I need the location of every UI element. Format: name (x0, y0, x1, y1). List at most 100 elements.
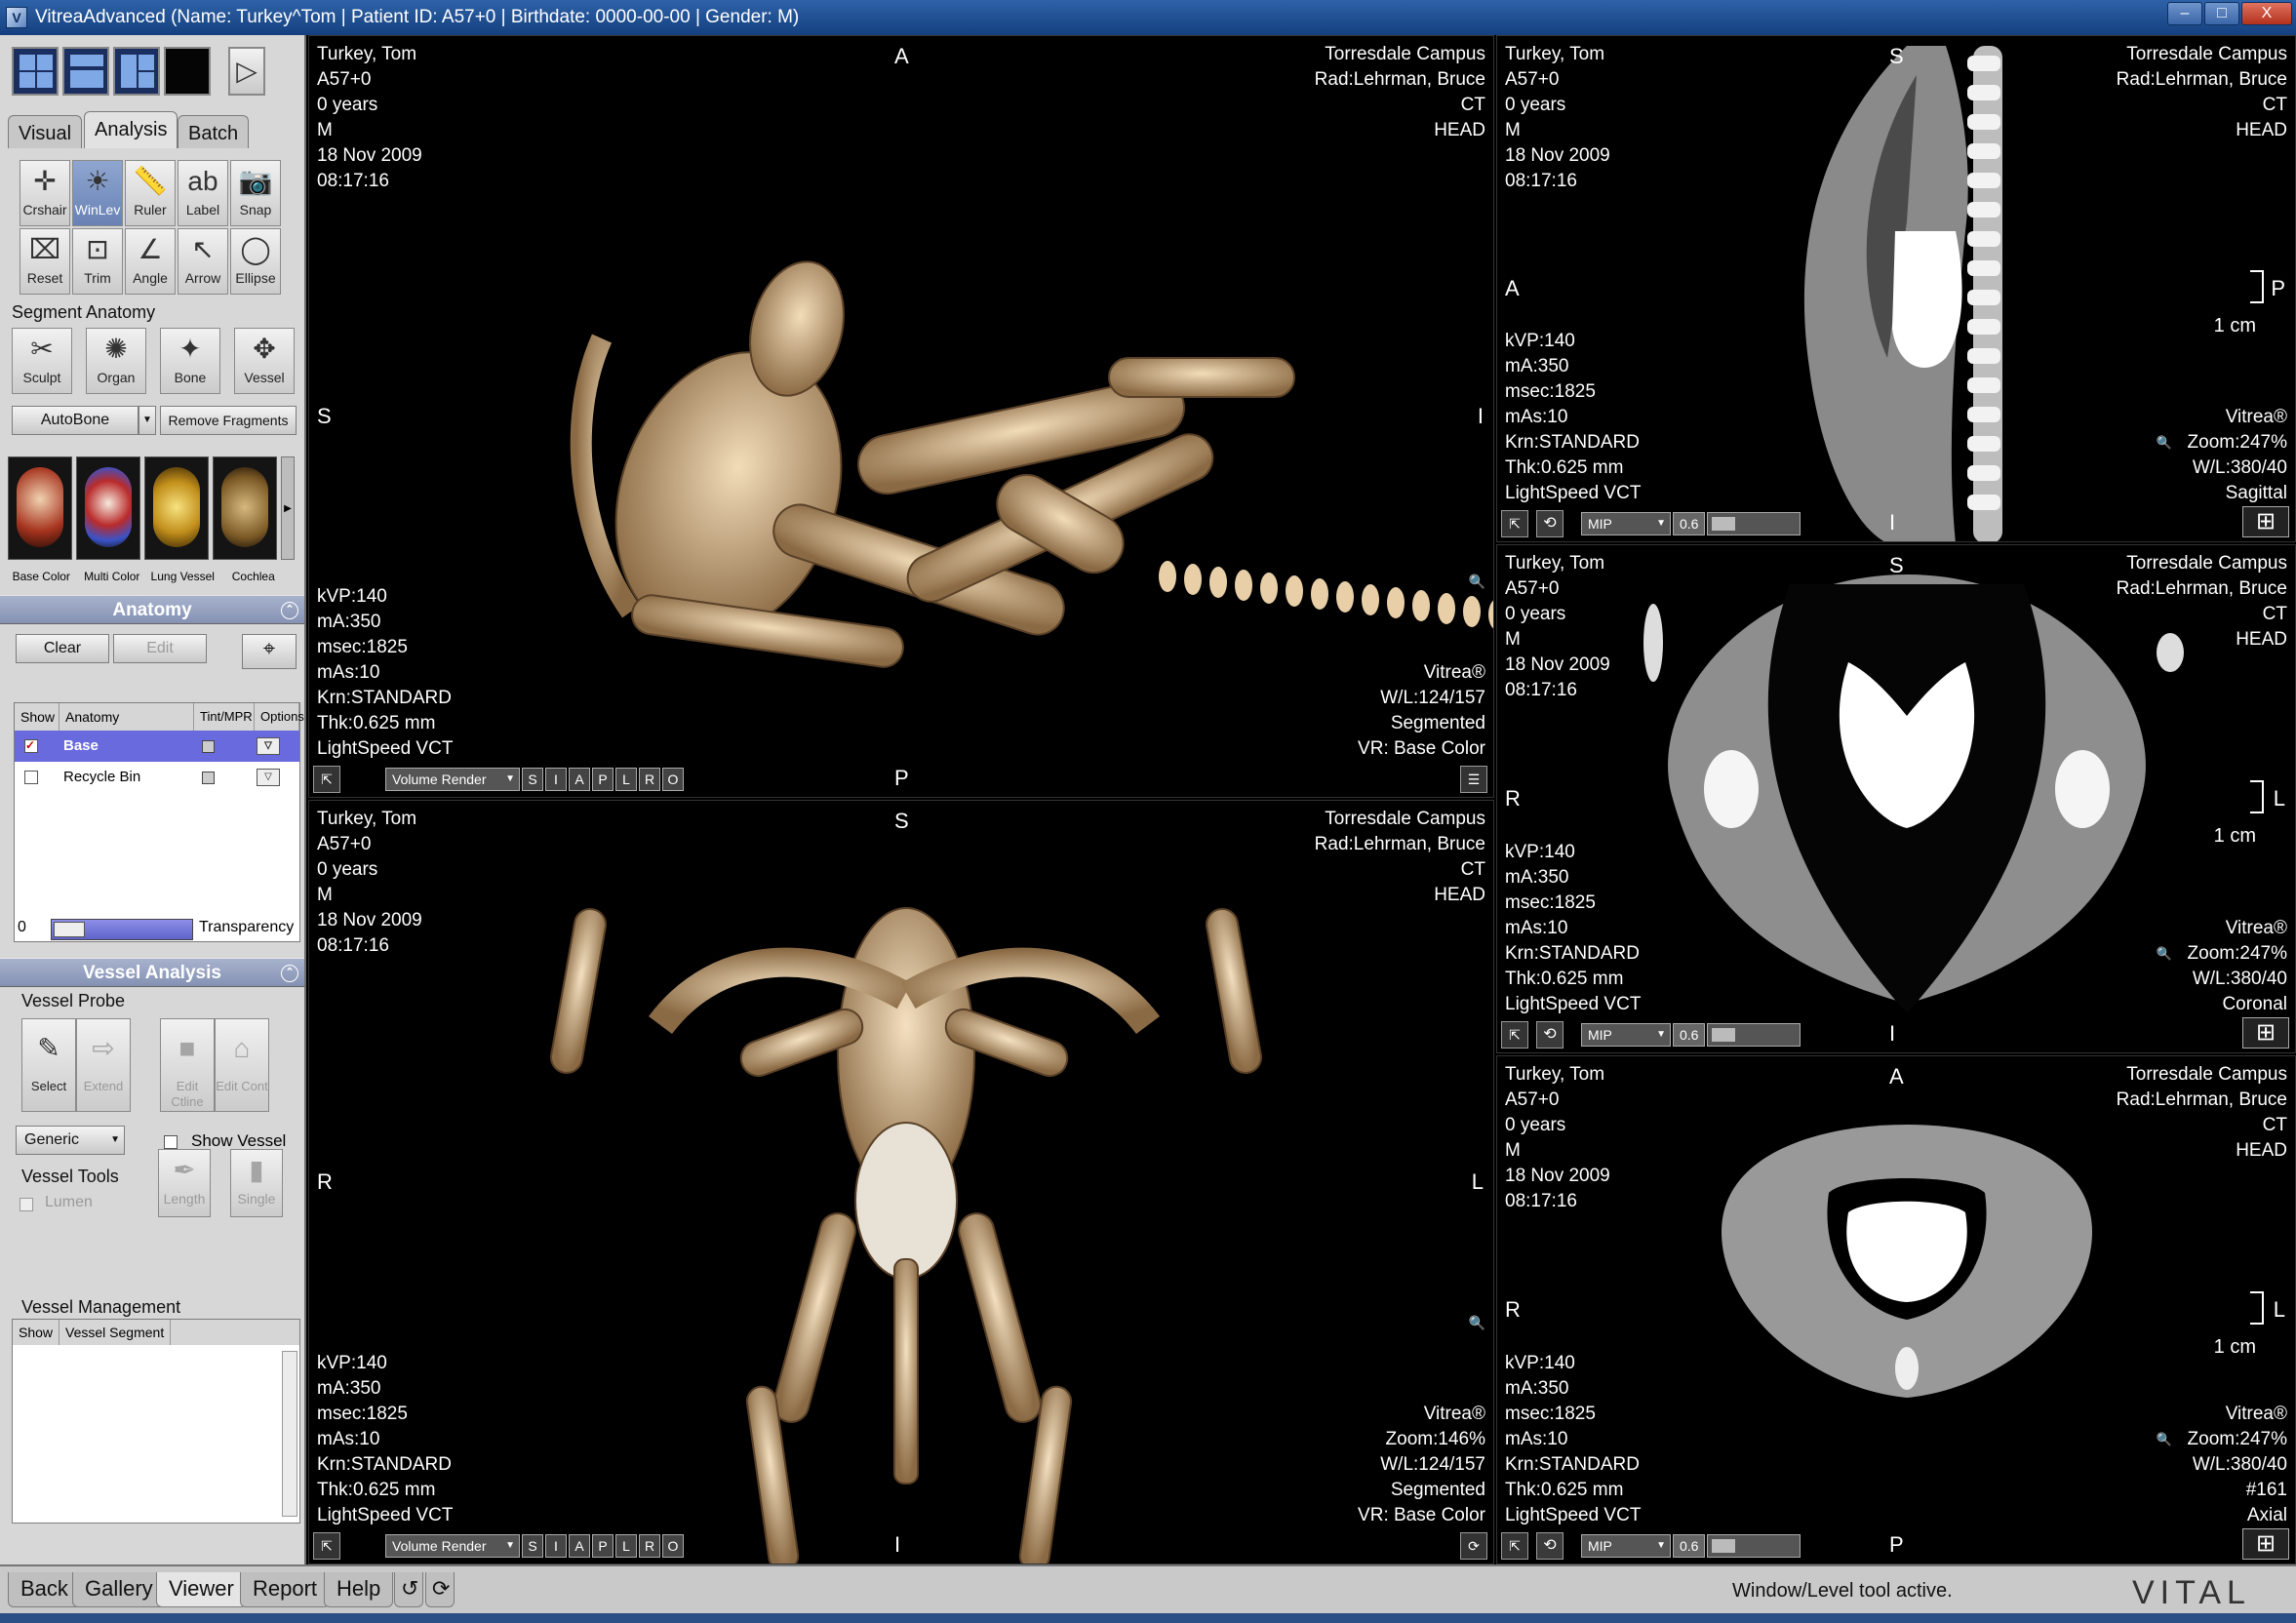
viewport-mpr-coronal[interactable]: Turkey, Tom A57+0 0 years M 18 Nov 2009 08:17… (1496, 544, 2296, 1053)
viewport-image[interactable] (309, 801, 1493, 1564)
collapse-icon[interactable]: ⌃ (281, 965, 298, 982)
edit-button[interactable]: Edit (113, 634, 207, 663)
view-p-button[interactable]: P (592, 1534, 614, 1558)
remove-fragments-button[interactable]: Remove Fragments (160, 406, 297, 435)
slab-thickness-value[interactable]: 0.6 (1673, 1534, 1706, 1558)
viewport-vr-lateral[interactable]: Turkey, Tom A57+0 0 years M 18 Nov 2009 08:17… (308, 35, 1494, 798)
crshair-tool-button[interactable]: ✛ Crshair (20, 160, 70, 226)
slab-thickness-value[interactable]: 0.6 (1673, 1023, 1706, 1047)
render-mode-dropdown[interactable]: Volume Render ▼ (385, 1534, 520, 1558)
slider-thumb[interactable] (1712, 517, 1736, 531)
slab-thickness-slider[interactable] (1707, 1534, 1801, 1558)
viewport-menu-icon[interactable]: ⇱ (1501, 510, 1528, 537)
viewport-menu-icon[interactable]: ⇱ (313, 1532, 340, 1560)
trim-tool-button[interactable]: ⊡ Trim (72, 228, 123, 295)
layout-mixed-button[interactable] (113, 47, 160, 96)
slider-thumb[interactable] (54, 922, 85, 937)
view-i-button[interactable]: I (545, 1534, 567, 1558)
view-r-button[interactable]: R (639, 768, 660, 791)
lumen-checkbox[interactable] (20, 1198, 33, 1211)
tab-visual[interactable]: Visual (8, 115, 83, 148)
undo-icon[interactable]: ↺ (394, 1572, 423, 1607)
autobone-dropdown[interactable]: ▼ (139, 406, 156, 435)
view-s-button[interactable]: S (522, 1534, 543, 1558)
edit-cont-button[interactable]: ⌂ Edit Cont (215, 1018, 269, 1112)
reset-tool-button[interactable]: ⌧ Reset (20, 228, 70, 295)
winlev-tool-button[interactable]: ☀ WinLev (72, 160, 123, 226)
viewport-vr-frontal[interactable]: Turkey, Tom A57+0 0 years M 18 Nov 2009 08:17… (308, 800, 1494, 1564)
probe-type-dropdown[interactable]: Generic ▼ (16, 1126, 125, 1155)
plus-menu-icon[interactable]: ⊞ (2242, 1017, 2289, 1049)
slab-thickness-slider[interactable] (1707, 1023, 1801, 1047)
view-a-button[interactable]: A (569, 768, 590, 791)
presets-scroll[interactable]: ▶ (281, 456, 295, 560)
slab-thickness-value[interactable]: 0.6 (1673, 512, 1706, 535)
layout-1x2-button[interactable] (62, 47, 109, 96)
slider-thumb[interactable] (1712, 1028, 1736, 1042)
preset-base-color[interactable] (8, 456, 72, 560)
tab-batch[interactable]: Batch (178, 115, 250, 148)
vessel-list-scrollbar[interactable] (282, 1351, 297, 1517)
slab-mode-dropdown[interactable]: MIP ▼ (1581, 1534, 1671, 1558)
zoom-magnifier-icon[interactable]: 🔍 (2157, 941, 2172, 967)
maximize-button[interactable]: □ (2204, 2, 2239, 25)
viewport-image[interactable] (309, 36, 1493, 797)
bone-tool-button[interactable]: ✦ Bone (160, 328, 220, 394)
select-button[interactable]: ✎ Select (21, 1018, 76, 1112)
options-dropdown[interactable]: ▽ (257, 769, 280, 786)
preset-cochlea[interactable] (213, 456, 277, 560)
collapse-icon[interactable]: ⌃ (281, 602, 298, 619)
slab-mode-dropdown[interactable]: MIP ▼ (1581, 1023, 1671, 1047)
view-s-button[interactable]: S (522, 768, 543, 791)
close-button[interactable]: X (2241, 2, 2292, 25)
angle-tool-button[interactable]: ∠ Angle (125, 228, 176, 295)
view-l-button[interactable]: L (615, 768, 637, 791)
layout-2x2-button[interactable] (12, 47, 59, 96)
viewport-menu-icon[interactable]: ⇱ (1501, 1532, 1528, 1560)
view-p-button[interactable]: P (592, 768, 614, 791)
slab-thickness-slider[interactable] (1707, 512, 1801, 535)
back-tab[interactable]: Back (8, 1572, 81, 1607)
tint-swatch[interactable] (202, 772, 215, 784)
anatomy-row-recycle-bin[interactable]: Recycle Bin ▽ (15, 762, 299, 793)
refresh-icon[interactable]: ⟳ (425, 1572, 455, 1607)
viewer-tab[interactable]: Viewer (156, 1572, 247, 1607)
tab-analysis[interactable]: Analysis (84, 111, 178, 148)
zoom-magnifier-icon[interactable]: 🔍 (2157, 430, 2172, 455)
slab-mode-dropdown[interactable]: MIP ▼ (1581, 512, 1671, 535)
autobone-button[interactable]: AutoBone (12, 406, 139, 435)
layout-single-button[interactable] (164, 47, 211, 96)
view-l-button[interactable]: L (615, 1534, 637, 1558)
rotate-icon[interactable]: ⟳ (1460, 1532, 1487, 1560)
view-o-button[interactable]: O (662, 768, 684, 791)
pick-anatomy-icon[interactable]: ⌖ (242, 634, 297, 669)
show-vessel-checkbox[interactable] (164, 1135, 178, 1149)
viewport-mpr-sagittal[interactable]: Turkey, Tom A57+0 0 years M 18 Nov 2009 08:17… (1496, 35, 2296, 542)
mpr-icon[interactable]: ⟲ (1536, 1532, 1564, 1560)
view-i-button[interactable]: I (545, 768, 567, 791)
viewport-menu-icon[interactable]: ⇱ (313, 766, 340, 793)
next-layout-button[interactable]: ▷ (228, 47, 265, 96)
settings-icon[interactable]: ☰ (1460, 766, 1487, 793)
viewport-menu-icon[interactable]: ⇱ (1501, 1021, 1528, 1049)
ruler-tool-button[interactable]: 📏 Ruler (125, 160, 176, 226)
sculpt-tool-button[interactable]: ✂ Sculpt (12, 328, 72, 394)
show-checkbox[interactable] (24, 771, 38, 784)
arrow-tool-button[interactable]: ↖ Arrow (178, 228, 228, 295)
view-r-button[interactable]: R (639, 1534, 660, 1558)
transparency-slider[interactable] (51, 919, 193, 940)
zoom-magnifier-icon[interactable]: 🔍 (1469, 1310, 1485, 1335)
zoom-magnifier-icon[interactable]: 🔍 (2157, 1427, 2172, 1452)
anatomy-row-base[interactable]: ✓ Base ▽ (15, 731, 299, 762)
single-button[interactable]: ▮ Single (230, 1149, 283, 1217)
plus-menu-icon[interactable]: ⊞ (2242, 506, 2289, 537)
zoom-magnifier-icon[interactable]: 🔍 (1469, 569, 1485, 594)
ellipse-tool-button[interactable]: ◯ Ellipse (230, 228, 281, 295)
report-tab[interactable]: Report (240, 1572, 331, 1607)
extend-button[interactable]: ⇨ Extend (76, 1018, 131, 1112)
gallery-tab[interactable]: Gallery (72, 1572, 166, 1607)
vessel-analysis-header[interactable]: Vessel Analysis ⌃ (0, 958, 304, 987)
organ-tool-button[interactable]: ✺ Organ (86, 328, 146, 394)
show-checkbox[interactable]: ✓ (24, 739, 38, 753)
clear-button[interactable]: Clear (16, 634, 109, 663)
